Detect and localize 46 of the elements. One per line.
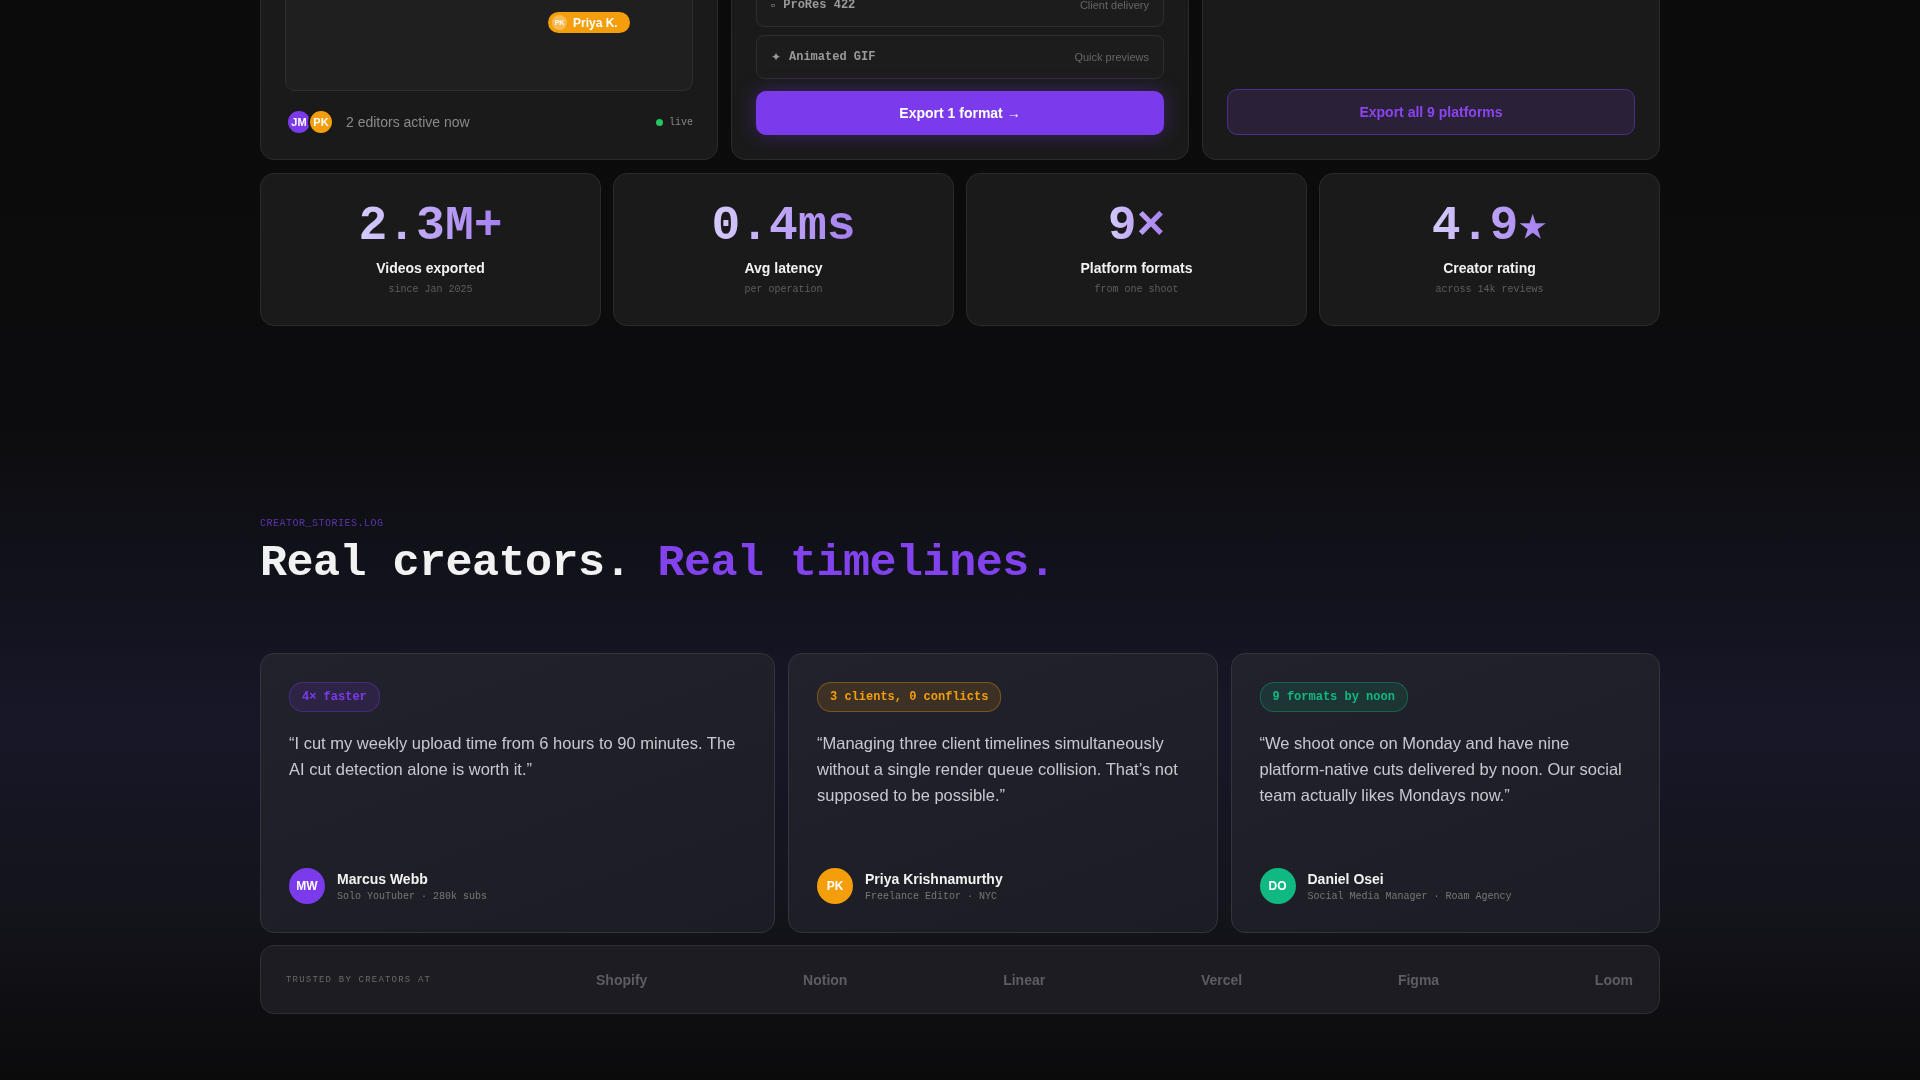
format-note: Quick previews (1074, 51, 1149, 63)
section-heading: Real creators. Real timelines. (260, 537, 1057, 591)
testimonial-quote: “I cut my weekly upload time from 6 hours to 90 minutes. The AI cut detection alone is worth it.” (289, 733, 737, 780)
company-logo: Linear (1003, 971, 1046, 988)
author-role: Social Media Manager · Roam Agency (1307, 890, 1512, 902)
format-name: Animated GIF (789, 50, 877, 64)
stat-label: Platform formats (1080, 260, 1193, 276)
result-tag: 9 formats by noon (1259, 682, 1408, 712)
stat-label: Videos exported (376, 260, 485, 276)
export-button[interactable]: Export 1 format → (756, 91, 1164, 135)
company-logo: Shopify (596, 971, 648, 988)
stat-caption: across 14k reviews (1435, 284, 1544, 295)
format-note: Client delivery (1079, 0, 1149, 11)
company-logo: Notion (803, 971, 848, 988)
author-name: Marcus Webb (337, 870, 429, 887)
avatar: DO (1259, 868, 1296, 904)
format-name: ProRes 422 (783, 0, 857, 12)
format-icon: ▫ (771, 0, 776, 12)
stat-caption: from one shoot (1094, 284, 1179, 295)
trusted-label: TRUSTED BY CREATORS AT (286, 974, 433, 985)
live-dot-icon (656, 118, 663, 126)
testimonial-quote: “We shoot once on Monday and have nine platform-native cuts delivered by noon. Our social team actually likes Mondays now.” (1259, 733, 1623, 806)
author-role: Solo YouTuber · 280k subs (337, 890, 488, 902)
presence-text: 2 editors active now (346, 114, 471, 130)
avatar: PK (817, 868, 853, 904)
cursor-name: Priya K. (573, 15, 618, 30)
company-logo: Figma (1397, 971, 1440, 988)
author-name: Daniel Osei (1307, 870, 1385, 887)
section-eyebrow: CREATOR_STORIES.LOG (260, 518, 385, 529)
result-tag: 4× faster (289, 682, 380, 712)
company-logo: Vercel (1200, 971, 1243, 988)
stat-caption: since Jan 2025 (388, 284, 473, 295)
export-all-button[interactable]: Export all 9 platforms (1227, 89, 1635, 135)
stat-caption: per operation (744, 284, 823, 295)
author-role: Freelance Editor · NYC (865, 890, 999, 902)
avatar: PK (308, 109, 334, 135)
live-label: live (669, 116, 693, 128)
avatar: MW (289, 868, 325, 904)
stat-label: Creator rating (1443, 260, 1536, 276)
format-icon: ✦ (771, 50, 781, 64)
avatar: JM (286, 109, 312, 135)
author-name: Priya Krishnamurthy (865, 870, 1003, 887)
testimonial-quote: “Managing three client timelines simultaneously without a single render queue collision. That’s not supposed to be possible.” (817, 733, 1179, 806)
result-tag: 3 clients, 0 conflicts (817, 682, 1002, 712)
company-logo: Loom (1594, 971, 1633, 988)
stat-label: Avg latency (744, 260, 823, 276)
